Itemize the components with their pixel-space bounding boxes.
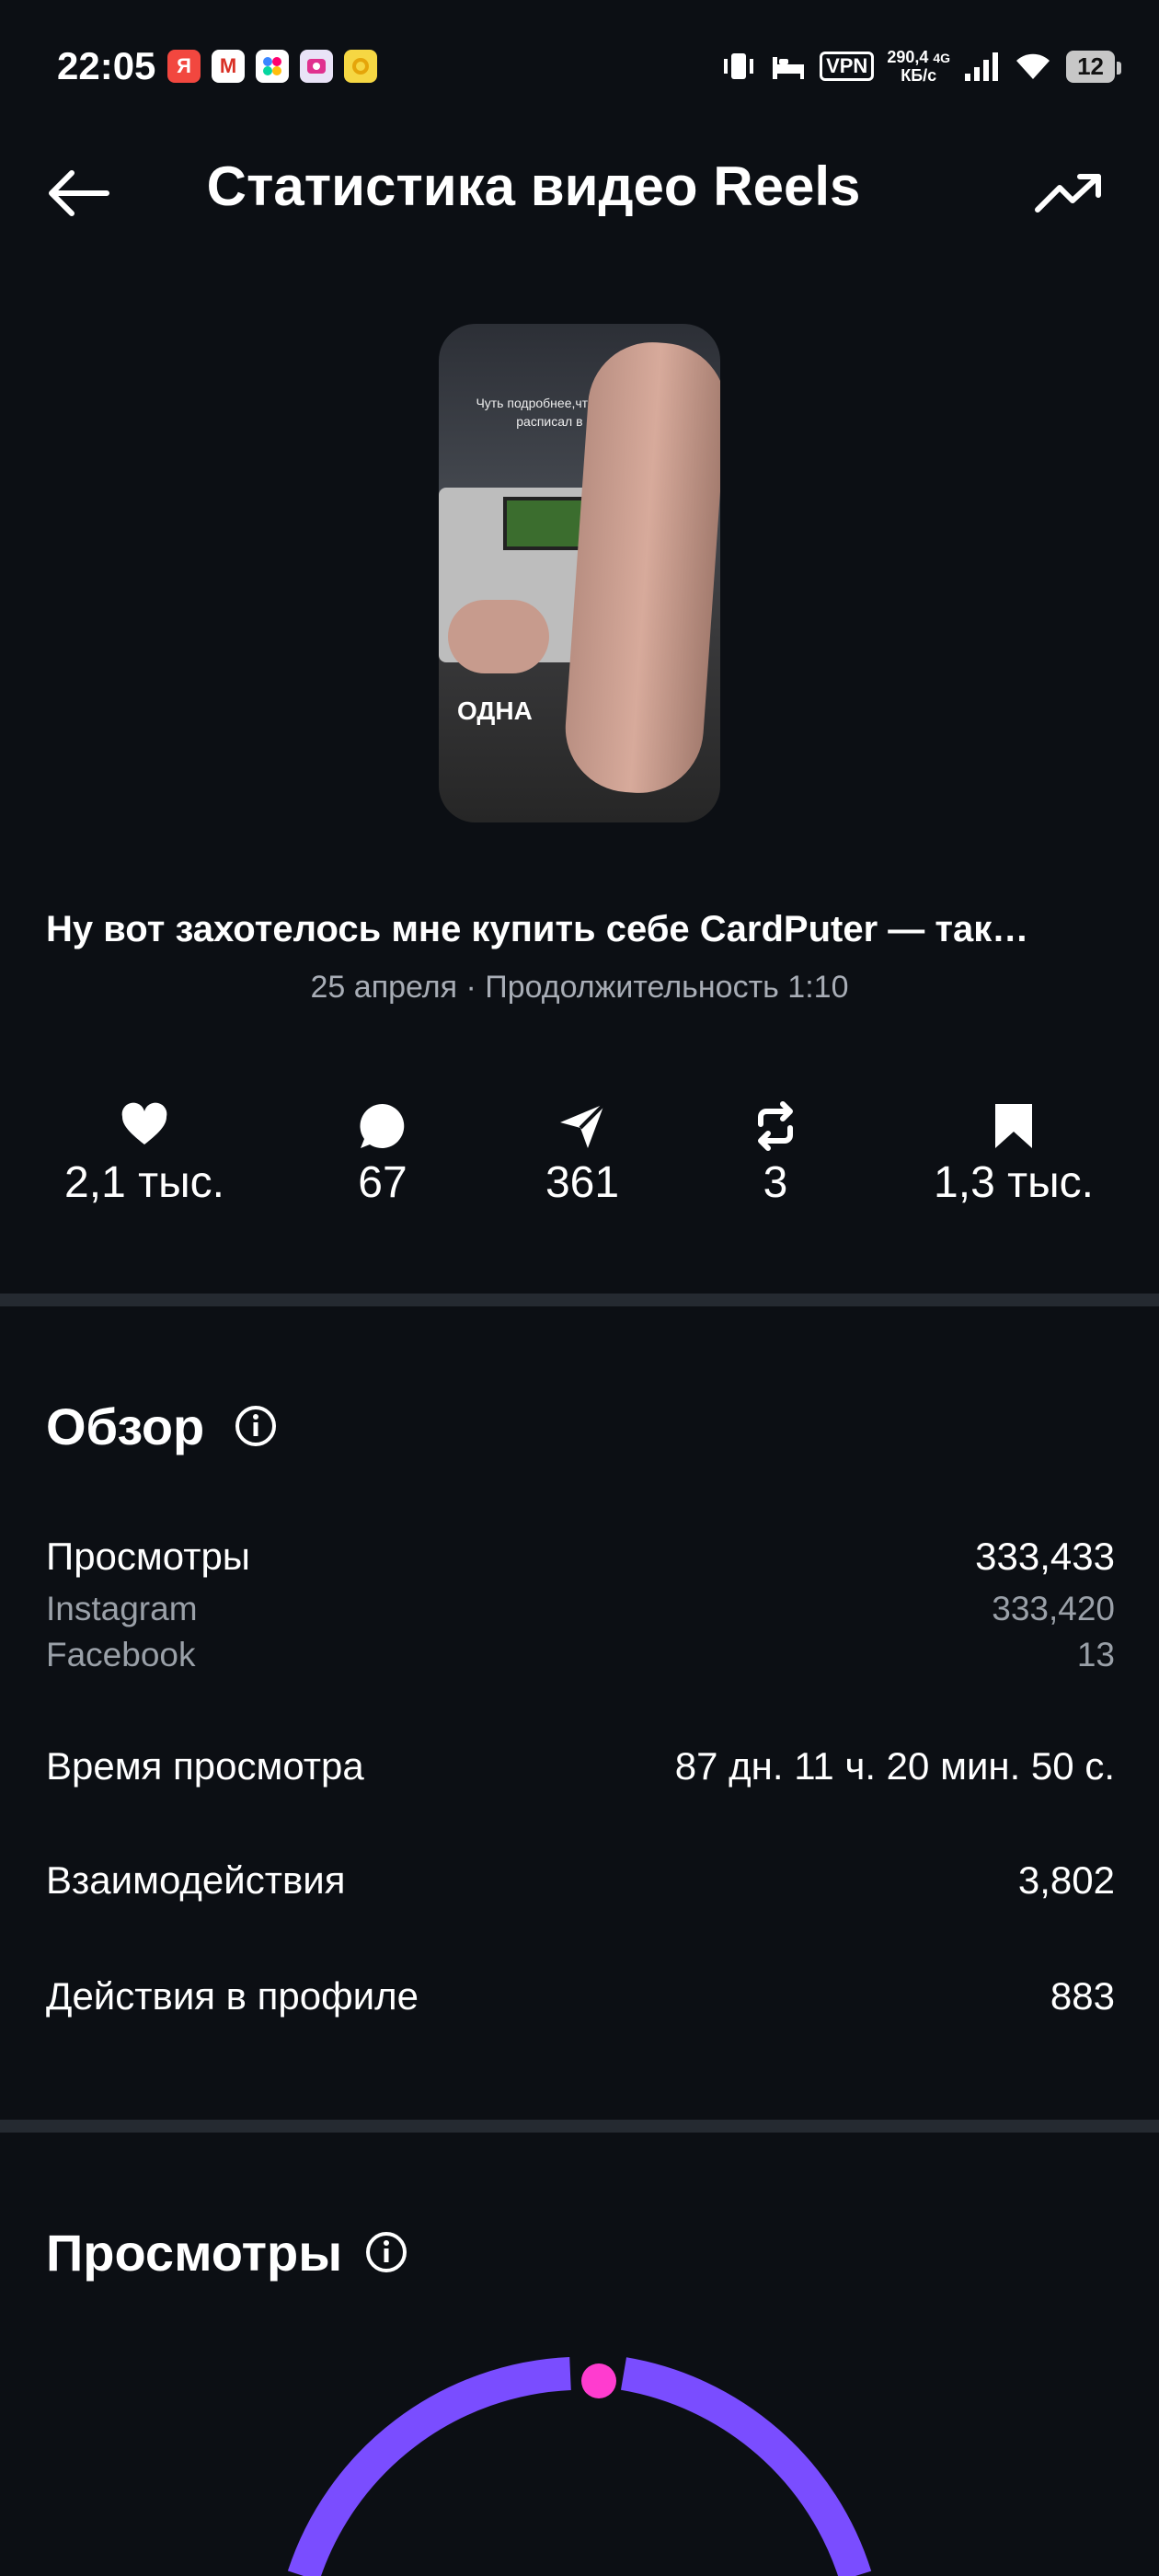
thumbnail-thumb bbox=[448, 600, 549, 673]
facebook-value: 13 bbox=[1076, 1636, 1115, 1673]
battery-indicator: 12 bbox=[1066, 50, 1121, 83]
video-thumbnail[interactable]: Чуть подробнее,что это и для чего распис… bbox=[439, 324, 720, 822]
vpn-badge: VPN bbox=[820, 52, 875, 81]
profile-actions-label: Действия в профиле bbox=[46, 1974, 419, 2018]
comment-icon bbox=[360, 1103, 405, 1148]
apps-icon bbox=[256, 50, 289, 83]
facebook-label: Facebook bbox=[46, 1636, 196, 1673]
video-title: Ну вот захотелось мне купить себе CardPu… bbox=[46, 909, 1029, 949]
signal-icon bbox=[965, 52, 999, 81]
interactions-value: 3,802 bbox=[1017, 1858, 1115, 1902]
views-donut-chart bbox=[287, 2357, 872, 2576]
saves-count: 1,3 тыс. bbox=[934, 1158, 1094, 1207]
section-divider-2 bbox=[0, 2120, 1159, 2133]
comments-stat: 67 bbox=[281, 1100, 484, 1208]
views-arc-marker bbox=[581, 2363, 616, 2398]
status-time: 22:05 bbox=[57, 44, 156, 87]
repost-icon bbox=[758, 1101, 793, 1151]
thumbnail-word: ОДНА bbox=[457, 696, 533, 725]
shares-stat: 361 bbox=[481, 1100, 683, 1208]
video-meta: 25 апреля · Продолжительность 1:10 bbox=[0, 970, 1159, 1006]
gmail-icon: M bbox=[212, 50, 245, 83]
notification-icons: Я M bbox=[167, 50, 377, 83]
likes-stat: 2,1 тыс. bbox=[43, 1100, 246, 1208]
video-app-icon bbox=[300, 50, 333, 83]
network-speed: 290,4 4G КБ/с bbox=[887, 47, 951, 85]
saves-stat: 1,3 тыс. bbox=[912, 1100, 1115, 1208]
comments-count: 67 bbox=[358, 1158, 407, 1207]
video-duration: Продолжительность 1:10 bbox=[485, 970, 849, 1005]
views-value: 333,433 bbox=[975, 1535, 1115, 1578]
interactions-label: Взаимодействия bbox=[46, 1858, 346, 1902]
bookmark-icon bbox=[995, 1104, 1032, 1148]
views-arc-right bbox=[620, 2357, 872, 2576]
wifi-icon bbox=[1016, 53, 1050, 79]
reposts-stat: 3 bbox=[674, 1100, 877, 1208]
profile-actions-value: 883 bbox=[1050, 1974, 1115, 2018]
bed-icon bbox=[773, 57, 805, 79]
video-date: 25 апреля bbox=[310, 970, 458, 1005]
watch-time-label: Время просмотра bbox=[46, 1744, 364, 1788]
views-section-title: Просмотры bbox=[46, 2224, 343, 2282]
system-status: VPN 290,4 4G КБ/с 12 bbox=[720, 47, 1121, 85]
overview-title: Обзор bbox=[46, 1397, 205, 1455]
send-icon bbox=[560, 1102, 606, 1148]
vibrate-icon bbox=[724, 53, 754, 79]
overview-info-icon[interactable] bbox=[234, 1404, 278, 1448]
likes-count: 2,1 тыс. bbox=[64, 1158, 224, 1207]
shares-count: 361 bbox=[545, 1158, 620, 1207]
yandex-icon: Я bbox=[167, 50, 201, 83]
section-divider bbox=[0, 1294, 1159, 1306]
meta-separator: · bbox=[465, 970, 476, 1005]
views-arc-left bbox=[287, 2357, 571, 2576]
views-info-icon[interactable] bbox=[364, 2230, 408, 2274]
reposts-count: 3 bbox=[763, 1158, 788, 1207]
views-label: Просмотры bbox=[46, 1535, 250, 1578]
instagram-value: 333,420 bbox=[992, 1590, 1115, 1627]
trending-icon[interactable] bbox=[1032, 166, 1107, 221]
page-title: Статистика видео Reels bbox=[206, 155, 861, 217]
heart-icon bbox=[121, 1102, 167, 1144]
instagram-label: Instagram bbox=[46, 1590, 198, 1627]
watch-time-value: 87 дн. 11 ч. 20 мин. 50 с. bbox=[674, 1744, 1115, 1788]
coin-app-icon bbox=[344, 50, 377, 83]
